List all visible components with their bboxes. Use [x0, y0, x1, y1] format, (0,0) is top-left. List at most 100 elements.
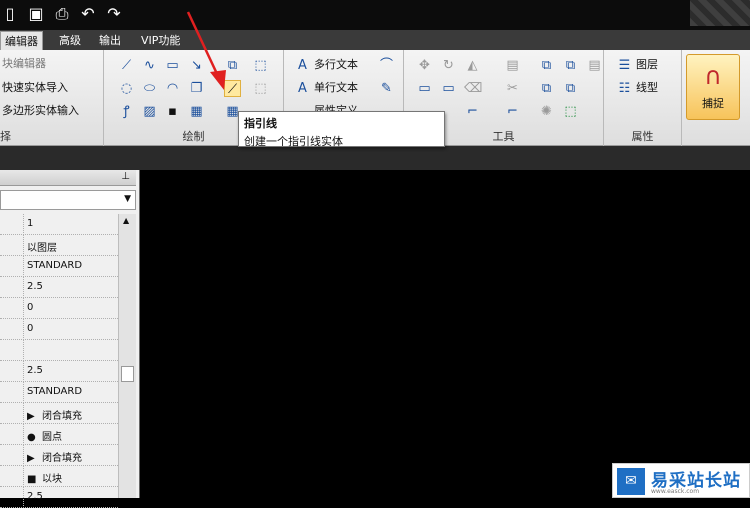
property-row[interactable]: ● 圆点 [0, 424, 118, 445]
image-icon[interactable]: ▦ [188, 103, 205, 120]
scroll-up-icon[interactable]: ▲ [123, 216, 129, 225]
rectangle-icon[interactable]: ▭ [164, 57, 181, 74]
ungroup-icon[interactable]: ⧉ [538, 80, 555, 97]
property-key [0, 235, 24, 256]
rotate-icon[interactable]: ↻ [440, 57, 457, 74]
property-row[interactable]: ▶ 闭合填充 [0, 445, 118, 466]
property-value: STANDARD [27, 260, 82, 271]
undo-icon[interactable]: ↶ [78, 4, 98, 24]
group-icon[interactable]: ⧉ [538, 57, 555, 74]
ribbon-bottom-strip [0, 146, 750, 170]
ellipse-icon[interactable]: ⬭ [141, 80, 158, 97]
property-row[interactable]: 以图层 [0, 235, 118, 256]
xref-icon[interactable]: ⧉ [562, 57, 579, 74]
spline-icon[interactable]: ꝭ [118, 103, 135, 120]
menu-bar: 编辑器 高级 输出 VIP功能 [0, 30, 750, 50]
property-row[interactable]: STANDARD [0, 256, 118, 277]
property-row[interactable]: 2.5 [0, 361, 118, 382]
chamfer-icon[interactable]: ⌐ [504, 103, 521, 120]
block-editor-button[interactable]: 块编辑器 [2, 56, 46, 72]
property-row[interactable]: 1 [0, 214, 118, 235]
property-key [0, 403, 24, 424]
property-value-text: 0 [27, 323, 34, 334]
save-icon[interactable]: ▣ [26, 4, 46, 24]
property-value-text: 闭合填充 [42, 411, 82, 422]
property-value: 0 [27, 323, 33, 334]
tab-editor[interactable]: 编辑器 [0, 31, 43, 50]
property-marker-icon: ▶ [27, 453, 35, 464]
scroll-thumb[interactable] [121, 366, 134, 382]
leader-icon[interactable]: ⟋ [224, 80, 241, 97]
property-value: ▶ 闭合填充 [27, 449, 82, 464]
attach-icon[interactable]: ⧉ [562, 80, 579, 97]
print-icon[interactable]: ⎙ [52, 4, 72, 24]
property-row[interactable]: 0 [0, 298, 118, 319]
fillet-icon[interactable]: ⌐ [464, 103, 481, 120]
trim-icon[interactable]: ✂ [504, 80, 521, 97]
line-icon[interactable]: ⟋ [118, 57, 135, 74]
property-row[interactable]: STANDARD [0, 382, 118, 403]
tooltip-title: 指引线 [244, 117, 277, 130]
property-key [0, 256, 24, 277]
panel-scrollbar[interactable]: ▲ [118, 214, 136, 498]
property-key [0, 361, 24, 382]
explode-icon[interactable]: ✺ [538, 103, 555, 120]
polygon-entity-input-button[interactable]: 多边形实体输入 [2, 103, 79, 119]
layer-button[interactable]: 图层 [636, 57, 658, 73]
property-value-text: 2.5 [27, 491, 43, 502]
dimension-icon[interactable]: ⌒ [378, 57, 395, 74]
tab-vip[interactable]: VIP功能 [137, 31, 184, 50]
arc-3pt-icon[interactable]: ◠ [164, 80, 181, 97]
open-icon[interactable]: ▯ [0, 4, 20, 24]
chevron-down-icon: ▼ [124, 194, 131, 204]
array-icon[interactable]: ▤ [504, 57, 521, 74]
property-value-text: 以块 [42, 474, 62, 485]
linetype-button[interactable]: 线型 [636, 80, 658, 96]
group-properties-label: 属性 [631, 130, 654, 143]
mtext-button[interactable]: 多行文本 [314, 57, 358, 73]
move-icon[interactable]: ✥ [416, 57, 433, 74]
watermark-icon: ✉ [617, 468, 645, 495]
polyline-icon[interactable]: ∿ [141, 57, 158, 74]
property-value-text: STANDARD [27, 386, 83, 397]
pin-icon[interactable]: ⊥ [121, 171, 130, 182]
property-row[interactable] [0, 340, 118, 361]
arc-icon[interactable]: ↘ [188, 57, 205, 74]
title-bar: ▯ ▣ ⎙ ↶ ↷ [0, 0, 750, 30]
erase-icon[interactable]: ⌫ [464, 80, 482, 97]
properties-panel: ⊥ ▼ 1 以图层 STANDARD 2.5 0 0 2.5 STANDARD ▶ 闭合填充 ● 圆点… [0, 170, 140, 508]
copy-icon[interactable]: ❐ [188, 80, 205, 97]
tool-misc-icon[interactable]: ▤ [586, 57, 603, 74]
mirror-icon[interactable]: ◭ [464, 57, 481, 74]
capture-button[interactable]: ∩ 捕捉 [686, 54, 740, 120]
point-icon[interactable]: ▪ [164, 103, 181, 120]
scale-icon[interactable]: ▭ [440, 80, 457, 97]
text-button[interactable]: 单行文本 [314, 80, 358, 96]
hatch-dropdown-icon[interactable]: ⬚ [252, 57, 269, 74]
property-key [0, 340, 24, 361]
region-icon[interactable]: ⬚ [252, 80, 269, 97]
purge-icon[interactable]: ⬚ [562, 103, 579, 120]
property-row[interactable]: 2.5 [0, 277, 118, 298]
mtext-label: 多行文本 [314, 58, 358, 71]
tab-output[interactable]: 输出 [95, 31, 125, 50]
property-value-text: STANDARD [27, 260, 83, 271]
property-key [0, 382, 24, 403]
stretch-icon[interactable]: ▭ [416, 80, 433, 97]
linetype-icon: ☷ [618, 81, 631, 96]
drawing-canvas[interactable] [141, 170, 750, 498]
quick-entity-import-button[interactable]: 快速实体导入 [2, 80, 68, 96]
entity-type-dropdown[interactable]: ▼ [0, 190, 136, 210]
capture-label: 捕捉 [702, 97, 724, 110]
edit-text-icon[interactable]: ✎ [378, 80, 395, 97]
circle-icon[interactable]: ◌ [118, 80, 135, 97]
property-row[interactable]: ■ 以块 [0, 466, 118, 487]
hatch-icon[interactable]: ▨ [141, 103, 158, 120]
leader-tooltip: 指引线 创建一个指引线实体 [238, 111, 445, 148]
property-row[interactable]: 0 [0, 319, 118, 340]
redo-icon[interactable]: ↷ [104, 4, 124, 24]
insert-block-icon[interactable]: ⧉ [224, 57, 241, 74]
property-row[interactable]: ▶ 闭合填充 [0, 403, 118, 424]
tab-advanced[interactable]: 高级 [55, 31, 85, 50]
property-key [0, 466, 24, 487]
